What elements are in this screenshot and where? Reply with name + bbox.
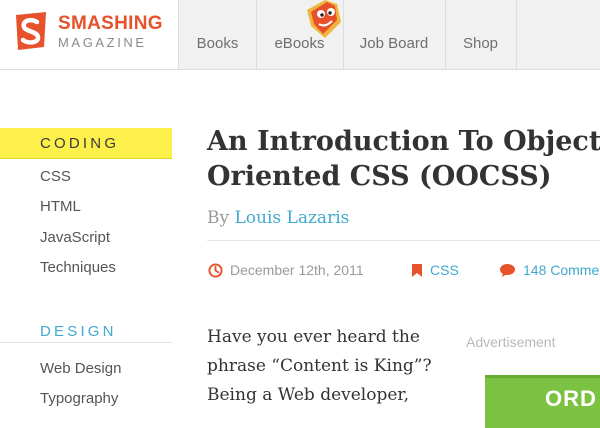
byline: By Louis Lazaris [207, 208, 349, 228]
article-intro: Have you ever heard the phrase “Content … [207, 327, 432, 405]
article-comments[interactable]: 148 Comments [499, 262, 600, 278]
article-category[interactable]: CSS [411, 262, 459, 278]
byline-prefix: By [207, 208, 230, 228]
article-date: December 12th, 2011 [208, 262, 364, 278]
advertisement-text[interactable]: ORD [545, 386, 597, 412]
site-logo[interactable]: SMASHING MAGAZINE [0, 0, 179, 69]
nav-item-job-board[interactable]: Job Board [343, 0, 446, 69]
comments-link[interactable]: 148 Comments [523, 262, 600, 278]
sidebar-item-javascript[interactable]: JavaScript [40, 229, 110, 246]
sidebar-item-css[interactable]: CSS [40, 168, 71, 185]
site-header: SMASHING MAGAZINE Books eBooks Job Board… [0, 0, 600, 70]
bookmark-icon [412, 264, 422, 277]
date-text: December 12th, 2011 [230, 262, 364, 278]
category-link[interactable]: CSS [430, 262, 459, 278]
sidebar-item-typography[interactable]: Typography [40, 390, 118, 407]
sidebar-item-html[interactable]: HTML [40, 198, 81, 215]
sidebar-item-techniques[interactable]: Techniques [40, 259, 116, 276]
category-heading-coding[interactable]: CODING [0, 128, 172, 159]
nav-item-books[interactable]: Books [179, 0, 257, 69]
speech-bubble-icon [500, 264, 515, 277]
smashing-s-icon [16, 12, 46, 50]
mascot-icon [307, 0, 341, 38]
author-link[interactable]: Louis Lazaris [235, 208, 350, 228]
logo-wordmark-primary: SMASHING [58, 13, 163, 34]
category-heading-design[interactable]: DESIGN [0, 321, 172, 343]
nav-item-shop[interactable]: Shop [445, 0, 517, 69]
sidebar-item-web-design[interactable]: Web Design [40, 360, 121, 377]
article-title: An Introduction To Object Oriented CSS (… [207, 126, 600, 192]
clock-icon [208, 263, 223, 278]
divider [207, 240, 600, 241]
advertisement-label: Advertisement [466, 334, 556, 350]
logo-wordmark-secondary: MAGAZINE [58, 35, 147, 50]
